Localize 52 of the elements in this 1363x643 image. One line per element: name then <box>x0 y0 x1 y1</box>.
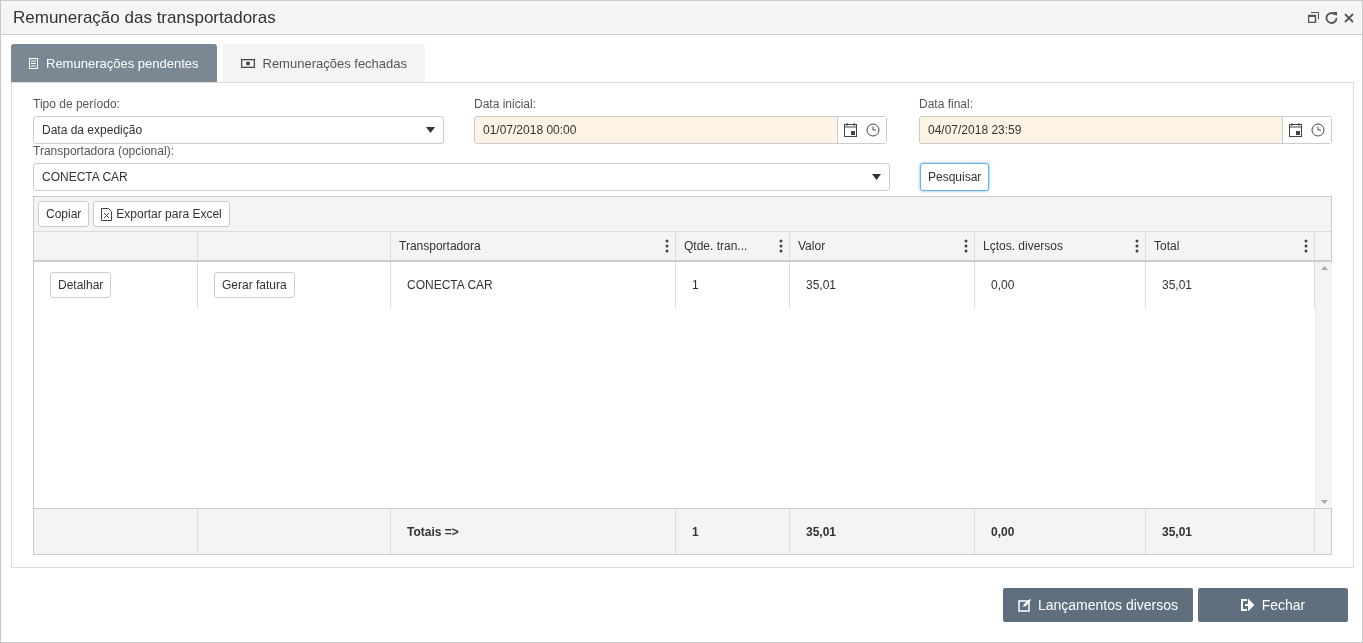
calendar-icon[interactable] <box>1289 123 1302 137</box>
entries-button[interactable]: Lançamentos diversos <box>1003 588 1193 622</box>
column-header[interactable]: Valor <box>798 239 826 253</box>
clock-icon[interactable] <box>866 123 880 137</box>
invoice-button[interactable]: Gerar fatura <box>214 272 295 298</box>
date-field[interactable]: 01/07/2018 00:00 <box>474 116 887 144</box>
dropdown-caret-icon <box>872 174 881 180</box>
exit-icon <box>1240 599 1255 611</box>
total-value: 35,01 <box>1162 524 1193 539</box>
clock-icon[interactable] <box>1311 123 1325 137</box>
table-cell: CONECTA CAR <box>407 278 493 292</box>
field-label: Data final: <box>919 97 975 113</box>
field-label: Tipo de período: <box>33 97 121 113</box>
copy-button[interactable]: Copiar <box>38 201 90 227</box>
field-label: Data inicial: <box>474 97 538 113</box>
excel-file-icon <box>101 207 113 221</box>
date-field[interactable]: 04/07/2018 23:59 <box>919 116 1332 144</box>
total-value: 1 <box>692 524 699 539</box>
column-header[interactable]: Lçtos. diversos <box>983 239 1064 253</box>
column-header[interactable]: Qtde. tran... <box>684 239 748 253</box>
table-cell: 0,00 <box>991 278 1015 292</box>
search-button[interactable]: Pesquisar <box>920 163 990 191</box>
period-select[interactable]: Data da expedição <box>33 116 444 144</box>
column-menu-icon[interactable] <box>964 239 968 253</box>
column-menu-icon[interactable] <box>1304 239 1308 253</box>
tab[interactable]: Remunerações pendentes <box>11 44 217 82</box>
detail-button[interactable]: Detalhar <box>50 272 112 298</box>
close-icon[interactable] <box>1344 12 1354 23</box>
window-title: Remuneração das transportadoras <box>13 7 277 28</box>
refresh-icon[interactable] <box>1325 11 1338 24</box>
column-header[interactable]: Total <box>1154 239 1180 253</box>
column-menu-icon[interactable] <box>665 239 669 253</box>
export-button[interactable]: Exportar para Excel <box>93 201 230 227</box>
table-cell: 1 <box>692 278 699 292</box>
tab[interactable]: Remunerações fechadas <box>222 44 426 82</box>
close-button[interactable]: Fechar <box>1198 588 1348 622</box>
column-menu-icon[interactable] <box>1135 239 1139 253</box>
carrier-select[interactable]: CONECTA CAR <box>33 163 890 191</box>
field-label: Transportadora (opcional): <box>33 144 175 160</box>
column-menu-icon[interactable] <box>779 239 783 253</box>
restore-icon[interactable] <box>1308 12 1319 23</box>
banknote-icon <box>240 58 255 68</box>
table-cell: 35,01 <box>1162 278 1193 292</box>
calendar-icon[interactable] <box>844 123 857 137</box>
column-header[interactable]: Transportadora <box>399 239 481 253</box>
totals-label: Totais => <box>407 524 459 539</box>
total-value: 35,01 <box>806 524 837 539</box>
document-icon <box>29 57 38 69</box>
table-cell: 35,01 <box>806 278 837 292</box>
dropdown-caret-icon <box>426 127 435 133</box>
total-value: 0,00 <box>991 524 1015 539</box>
edit-icon <box>1017 598 1031 612</box>
